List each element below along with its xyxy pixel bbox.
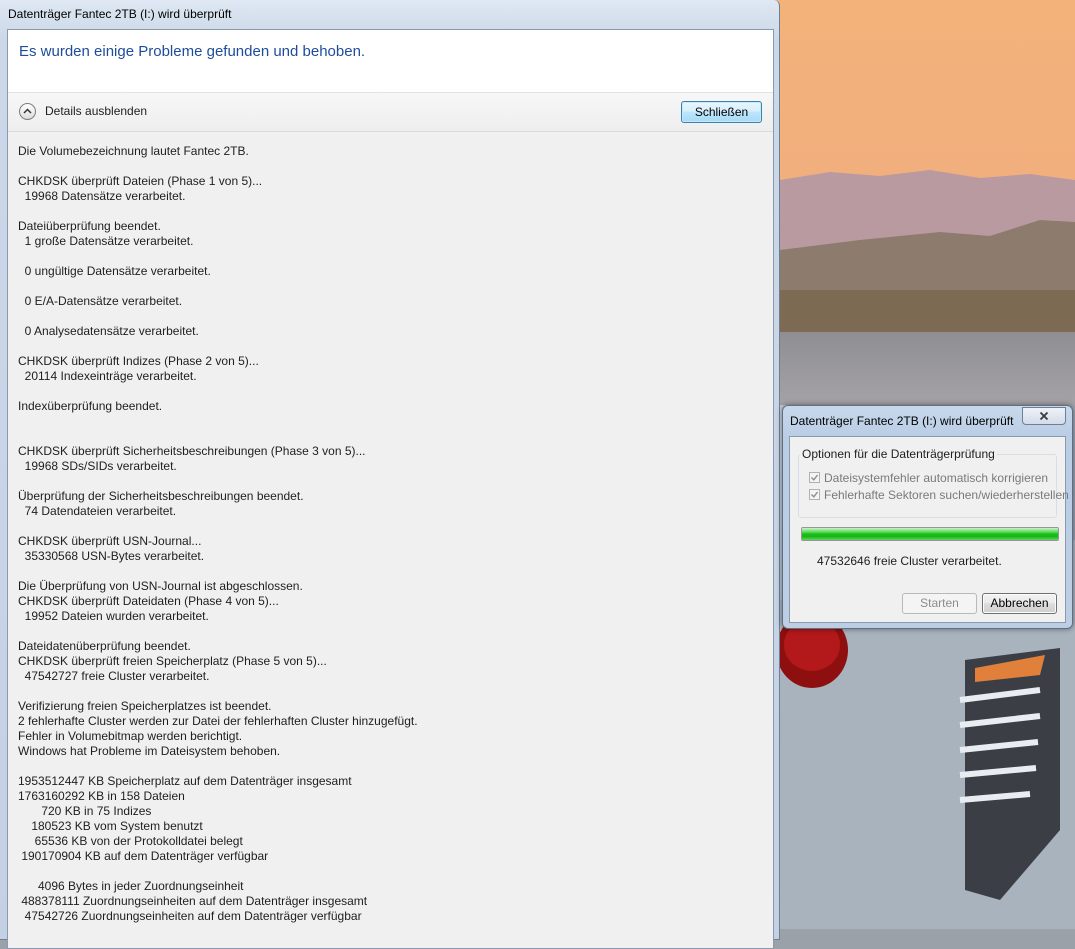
progress-fill [802,528,1058,540]
dialog-title: Datenträger Fantec 2TB (I:) wird überprü… [790,414,1014,428]
cancel-button[interactable]: Abbrechen [982,593,1057,614]
header-band: Es wurden einige Probleme gefunden und b… [8,30,773,93]
close-button[interactable]: Schließen [681,101,762,123]
window-client-area: Es wurden einige Probleme gefunden und b… [7,29,774,949]
options-legend: Optionen für die Datenträgerprüfung [800,447,997,461]
options-groupbox [798,454,1057,518]
fix-errors-label: Dateisystemfehler automatisch korrigiere… [824,471,1049,485]
close-icon[interactable] [1022,407,1066,425]
result-heading: Es wurden einige Probleme gefunden und b… [19,43,366,60]
progress-bar [801,527,1059,541]
chkdsk-details-window: Datenträger Fantec 2TB (I:) wird überprü… [0,0,780,949]
chevron-up-icon[interactable] [19,103,36,120]
dialog-client-area: Optionen für die Datenträgerprüfung Date… [789,436,1069,623]
hide-details-toggle[interactable]: Details ausblenden [45,104,147,118]
chkdsk-log-panel[interactable]: Die Volumebezeichnung lautet Fantec 2TB.… [8,132,773,948]
chkdsk-log-text: Die Volumebezeichnung lautet Fantec 2TB.… [18,144,418,923]
check-disk-dialog: Datenträger Fantec 2TB (I:) wird überprü… [782,405,1073,629]
checkmark-icon[interactable] [809,472,820,483]
details-toolbar: Details ausblenden Schließen [8,93,773,132]
checkmark-icon[interactable] [809,489,820,500]
start-button[interactable]: Starten [902,593,977,614]
scan-sectors-label: Fehlerhafte Sektoren suchen/wiederherste… [824,488,1069,502]
window-title: Datenträger Fantec 2TB (I:) wird überprü… [8,7,232,21]
progress-status-text: 47532646 freie Cluster verarbeitet. [817,554,1002,568]
